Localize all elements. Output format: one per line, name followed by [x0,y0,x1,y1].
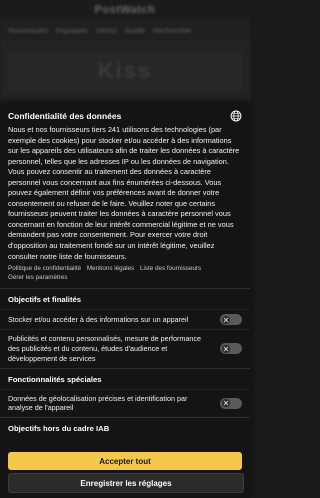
consent-links: Politique de confidentialité Mentions lé… [0,262,250,282]
non-iab-title: Objectifs hors du cadre IAB [8,424,110,434]
save-settings-button[interactable]: Enregistrer les réglages [8,473,244,493]
manage-settings-link[interactable]: Gérer les paramètres [8,274,68,281]
nav-item-guide: Guide [125,26,146,35]
purpose-label: Stocker et/ou accéder à des informations… [8,314,189,324]
toggle-off-icon [221,344,230,353]
special-toggle[interactable] [220,397,242,409]
toggle-off-icon [221,399,230,408]
nav-item-series: Séries [95,26,117,35]
site-nav: Nouveautés Populaire Séries Guide Recher… [0,20,250,41]
site-logo: PostWatch [94,4,156,16]
toggle-off-icon [221,315,230,324]
special-item-geolocation[interactable]: Données de géolocalisation précises et i… [0,388,250,418]
purpose-toggle[interactable] [220,314,242,326]
consent-buttons: Accepter tout Enregistrer les réglages [0,447,250,498]
vendor-list-link[interactable]: Liste des fournisseurs [140,265,201,272]
dialog-header: Confidentialité des données [0,103,250,122]
purposes-title: Objectifs et finalités [8,295,82,305]
dialog-title: Confidentialité des données [8,110,122,121]
hero-text: Kiss [97,58,153,83]
consent-dialog: Confidentialité des données Nous et nos … [0,103,250,498]
purpose-toggle[interactable] [220,343,242,355]
privacy-policy-link[interactable]: Politique de confidentialité [8,265,81,272]
nav-item-search: Rechercher [153,26,192,35]
legal-notice-link[interactable]: Mentions légales [87,265,134,272]
special-label: Données de géolocalisation précises et i… [8,393,188,413]
purposes-section: Objectifs et finalités Stocker et/ou acc… [0,288,250,367]
purpose-label: Publicités et contenu personnalisés, mes… [8,334,201,363]
consent-description: Nous et nos fournisseurs tiers 241 utili… [8,125,240,261]
purpose-item-storage[interactable]: Stocker et/ou accéder à des informations… [0,309,250,329]
globe-language-icon[interactable] [230,110,242,122]
non-iab-section: Objectifs hors du cadre IAB [0,417,250,438]
consent-scroll-area[interactable]: Confidentialité des données Nous et nos … [0,103,250,447]
hero-banner: Kiss [8,51,242,91]
nav-item-new: Nouveautés [8,26,49,35]
purpose-item-ads[interactable]: Publicités et contenu personnalisés, mes… [0,329,250,367]
site-header: PostWatch [0,0,250,20]
nav-item-popular: Populaire [56,26,88,35]
special-features-title: Fonctionnalités spéciales [8,374,102,384]
special-features-section: Fonctionnalités spéciales Données de géo… [0,367,250,418]
accept-all-button[interactable]: Accepter tout [8,452,242,470]
